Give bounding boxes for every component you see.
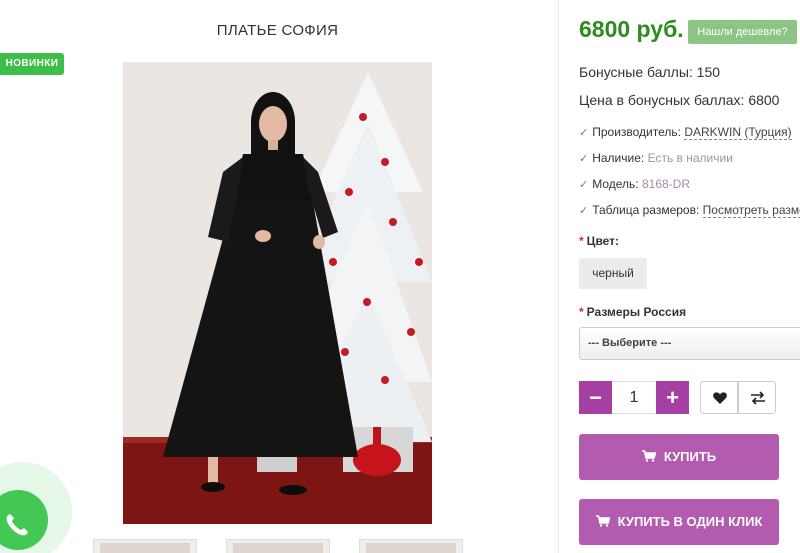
quantity-increase-button[interactable]: + xyxy=(656,381,689,414)
thumbnail[interactable] xyxy=(359,539,463,553)
availability-value: Есть в наличии xyxy=(647,151,733,165)
check-icon: ✓ xyxy=(579,127,589,139)
product-gallery: ПЛАТЬЕ СОФИЯ НОВИНКИ xyxy=(0,0,560,553)
spec-manufacturer: ✓ Производитель: DARKWIN (Турция) xyxy=(579,125,792,140)
size-select[interactable]: --- Выберите --- xyxy=(579,327,800,360)
required-mark: * xyxy=(579,234,584,248)
spec-label: Производитель: xyxy=(592,125,681,139)
check-icon: ✓ xyxy=(579,179,589,191)
buy-button[interactable]: КУПИТЬ xyxy=(579,434,779,480)
heart-icon xyxy=(713,392,727,404)
thumbnail[interactable] xyxy=(226,539,330,553)
spec-model: ✓ Модель: 8168-DR xyxy=(579,177,690,191)
buy-button-label: КУПИТЬ xyxy=(663,449,717,464)
color-option-label: * Цвет: xyxy=(579,234,619,248)
new-badge[interactable]: НОВИНКИ xyxy=(0,53,64,75)
spec-size-table: ✓ Таблица размеров: Посмотреть разме xyxy=(579,203,800,218)
model-value: 8168-DR xyxy=(641,177,690,191)
quantity-input[interactable]: 1 xyxy=(612,381,656,414)
cart-icon xyxy=(641,450,656,462)
column-divider xyxy=(558,0,559,553)
thumbnail[interactable] xyxy=(93,539,197,553)
product-info: 6800 руб. Нашли дешевле? Бонусные баллы:… xyxy=(579,0,800,553)
bonus-price: Цена в бонусных баллах: 6800 xyxy=(579,92,780,108)
wishlist-button[interactable] xyxy=(700,381,738,414)
color-label-text: Цвет: xyxy=(586,234,620,248)
product-page: ПЛАТЬЕ СОФИЯ НОВИНКИ 6800 руб. Нашли деш… xyxy=(0,0,800,553)
manufacturer-link[interactable]: DARKWIN (Турция) xyxy=(684,125,792,140)
check-icon: ✓ xyxy=(579,153,589,165)
spec-label: Модель: xyxy=(592,177,639,191)
whatsapp-icon xyxy=(6,514,28,536)
product-title: ПЛАТЬЕ СОФИЯ xyxy=(216,22,339,39)
product-price: 6800 руб. xyxy=(579,16,684,42)
check-icon: ✓ xyxy=(579,205,589,217)
color-option-black[interactable]: черный xyxy=(579,258,647,289)
size-table-link[interactable]: Посмотреть разме xyxy=(702,203,800,218)
dress-photo xyxy=(123,62,432,524)
thumbnail-strip xyxy=(0,539,560,553)
quantity-decrease-button[interactable]: − xyxy=(579,381,612,414)
cart-icon xyxy=(595,515,610,527)
compare-icon xyxy=(751,391,765,405)
product-main-image[interactable] xyxy=(123,62,432,524)
size-label-text: Размеры Россия xyxy=(586,305,687,319)
spec-availability: ✓ Наличие: Есть в наличии xyxy=(579,151,733,165)
spec-label: Наличие: xyxy=(592,151,645,165)
buy-one-click-button[interactable]: КУПИТЬ В ОДИН КЛИК xyxy=(579,499,779,545)
found-cheaper-button[interactable]: Нашли дешевле? xyxy=(688,20,797,44)
spec-label: Таблица размеров: xyxy=(592,203,700,217)
size-option-label: * Размеры Россия xyxy=(579,305,686,319)
compare-button[interactable] xyxy=(738,381,776,414)
required-mark: * xyxy=(579,305,584,319)
buy-one-click-label: КУПИТЬ В ОДИН КЛИК xyxy=(617,514,763,529)
bonus-points: Бонусные баллы: 150 xyxy=(579,64,721,80)
